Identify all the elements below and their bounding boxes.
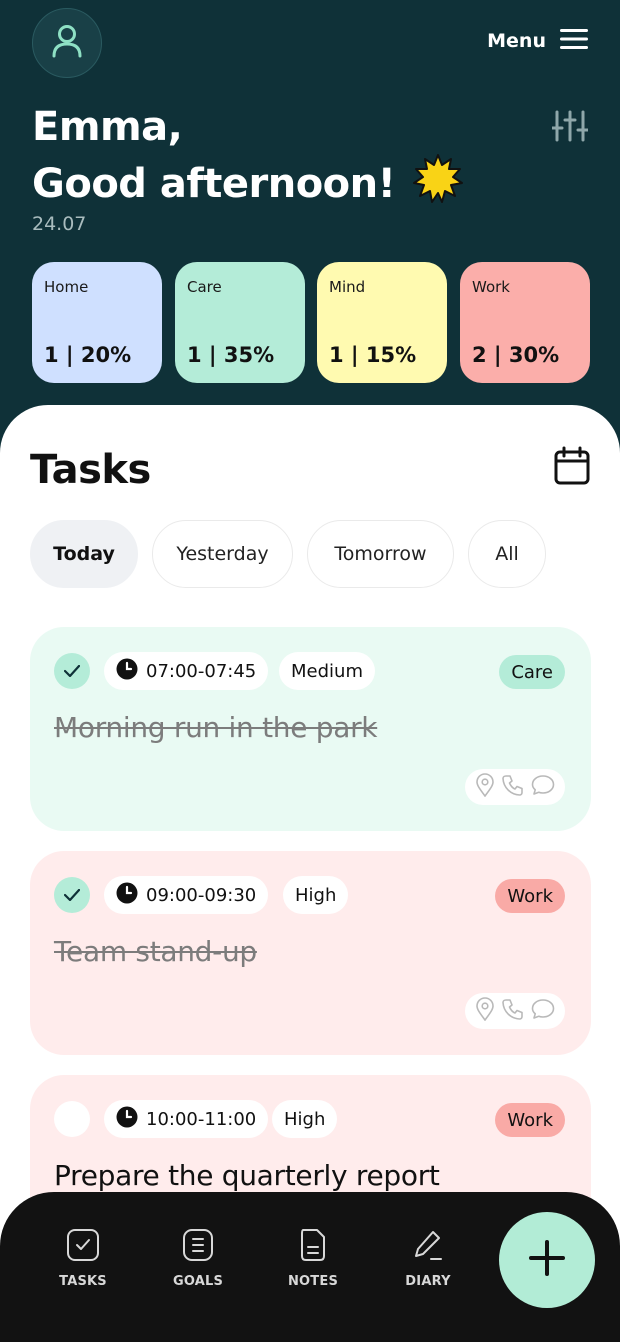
category-name: Mind (329, 278, 366, 296)
add-task-button[interactable] (499, 1212, 595, 1308)
task-checkbox[interactable] (54, 877, 90, 913)
bottom-navigation: TASKS GOALS NOTES DIARY (0, 1192, 620, 1342)
task-category-tag: Work (495, 1103, 565, 1137)
category-value: 1 | 15% (329, 343, 417, 367)
tasks-icon (66, 1228, 100, 1266)
greeting-name: Emma, (32, 104, 183, 150)
tab-yesterday[interactable]: Yesterday (152, 520, 293, 588)
nav-label: GOALS (172, 1274, 224, 1289)
task-card[interactable]: 09:00-09:30 High Work Team stand-up (30, 851, 591, 1055)
task-time-text: 10:00-11:00 (146, 1108, 257, 1130)
greeting-text: Good afternoon! (32, 161, 396, 207)
task-checkbox[interactable] (54, 653, 90, 689)
category-value: 1 | 35% (187, 343, 275, 367)
task-actions (465, 769, 565, 805)
task-time-text: 07:00-07:45 (146, 660, 257, 682)
category-card-work[interactable]: Work 2 | 30% (460, 262, 590, 383)
nav-label: DIARY (405, 1274, 451, 1289)
clock-icon (116, 658, 138, 685)
category-value: 2 | 30% (472, 343, 560, 367)
plus-icon (529, 1240, 565, 1280)
chat-icon[interactable] (531, 774, 555, 800)
task-time-text: 09:00-09:30 (146, 884, 257, 906)
checkmark-icon (63, 662, 81, 681)
category-name: Work (472, 278, 510, 296)
menu-label: Menu (487, 30, 546, 52)
profile-avatar-button[interactable] (32, 8, 102, 78)
nav-label: NOTES (287, 1274, 339, 1289)
nav-tasks[interactable]: TASKS (38, 1228, 128, 1289)
task-priority: High (283, 876, 349, 914)
hamburger-icon (560, 28, 588, 54)
calendar-button[interactable] (554, 446, 590, 486)
location-pin-icon[interactable] (475, 773, 495, 801)
nav-label: TASKS (59, 1274, 107, 1289)
task-title: Team stand-up (54, 935, 257, 968)
task-priority: High (272, 1100, 338, 1138)
category-name: Care (187, 278, 222, 296)
greeting-line: Good afternoon! (32, 154, 464, 214)
notes-icon (296, 1228, 330, 1266)
task-priority: Medium (279, 652, 375, 690)
menu-button[interactable]: Menu (487, 28, 588, 54)
nav-goals[interactable]: GOALS (153, 1228, 243, 1289)
current-date: 24.07 (32, 213, 87, 235)
category-value: 1 | 20% (44, 343, 132, 367)
user-icon (51, 24, 83, 62)
task-actions (465, 993, 565, 1029)
task-time: 07:00-07:45 (104, 652, 269, 690)
nav-diary[interactable]: DIARY (383, 1228, 473, 1289)
task-time: 09:00-09:30 (104, 876, 269, 914)
calendar-icon (554, 446, 590, 490)
header: Menu Emma, Good afternoon! 24.07 Home 1 … (0, 0, 620, 440)
chat-icon[interactable] (531, 998, 555, 1024)
task-title: Prepare the quarterly report (54, 1159, 440, 1192)
location-pin-icon[interactable] (475, 997, 495, 1025)
phone-icon[interactable] (502, 774, 524, 800)
task-time: 10:00-11:00 (104, 1100, 269, 1138)
diary-icon (411, 1228, 445, 1266)
task-category-tag: Care (499, 655, 565, 689)
category-card-home[interactable]: Home 1 | 20% (32, 262, 162, 383)
goals-icon (181, 1228, 215, 1266)
filter-settings-button[interactable] (550, 108, 590, 148)
sun-icon (413, 154, 464, 214)
tab-all[interactable]: All (468, 520, 546, 588)
category-card-mind[interactable]: Mind 1 | 15% (317, 262, 447, 383)
task-category-tag: Work (495, 879, 565, 913)
tab-today[interactable]: Today (30, 520, 138, 588)
task-title: Morning run in the park (54, 711, 378, 744)
tasks-title: Tasks (30, 447, 151, 493)
task-card[interactable]: 07:00-07:45 Medium Care Morning run in t… (30, 627, 591, 831)
category-card-care[interactable]: Care 1 | 35% (175, 262, 305, 383)
task-checkbox[interactable] (54, 1101, 90, 1137)
nav-notes[interactable]: NOTES (268, 1228, 358, 1289)
phone-icon[interactable] (502, 998, 524, 1024)
checkmark-icon (63, 886, 81, 905)
category-name: Home (44, 278, 89, 296)
sliders-icon (550, 110, 590, 146)
clock-icon (116, 882, 138, 909)
tab-tomorrow[interactable]: Tomorrow (307, 520, 454, 588)
clock-icon (116, 1106, 138, 1133)
